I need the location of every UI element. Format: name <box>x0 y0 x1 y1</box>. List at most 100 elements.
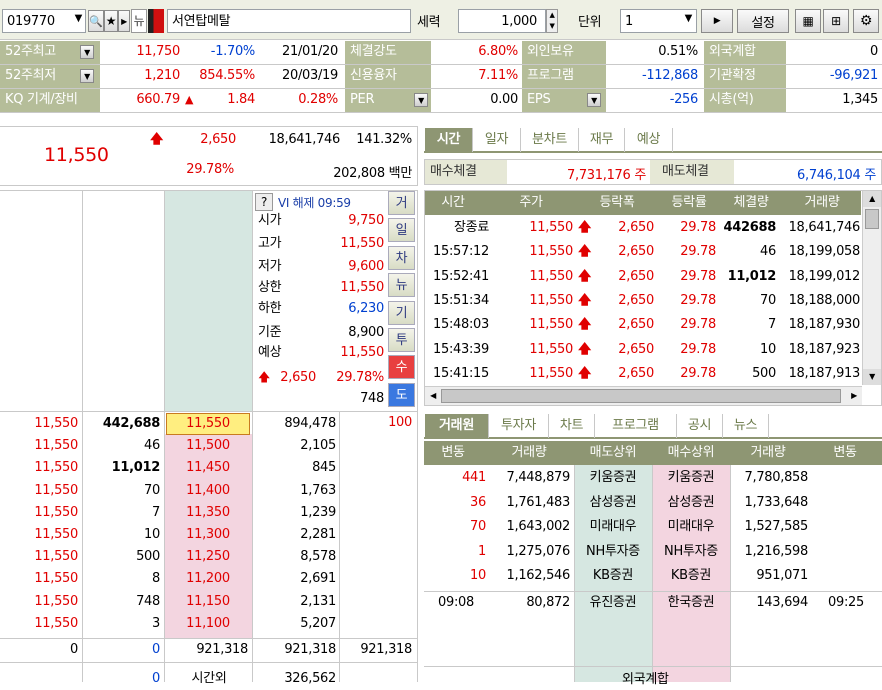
bid-price[interactable]: 11,100 <box>166 613 250 635</box>
play-button[interactable]: ▶ <box>701 9 733 33</box>
tab-a-1[interactable]: 시간 <box>425 128 473 152</box>
broker-sell-name[interactable]: NH투자증 <box>574 541 652 563</box>
stock-code-input[interactable]: 019770 ▼ <box>2 9 86 33</box>
side-button-3[interactable]: 차 <box>388 245 415 270</box>
trade-qty: 11,012 <box>727 268 776 284</box>
bid-price[interactable]: 11,400 <box>166 480 250 502</box>
chevron-down-icon[interactable]: ▼ <box>80 45 94 59</box>
tab-b-1[interactable]: 거래원 <box>425 414 489 438</box>
side-button-4[interactable]: 뉴 <box>388 273 415 298</box>
foreign-sum-label: 외국계합 <box>622 672 669 687</box>
tab-a-5[interactable]: 예상 <box>625 128 673 152</box>
tab-b-5[interactable]: 공시 <box>677 414 723 438</box>
broker-sell-name[interactable]: 미래대우 <box>574 516 652 538</box>
info-label: 신용융자 <box>345 65 431 88</box>
broker-col-header: 매도상위 <box>589 445 637 460</box>
info-label: 외인보유 <box>522 41 606 64</box>
bid-price[interactable]: 11,250 <box>166 546 250 568</box>
broker-volume-sell: 7,448,879 <box>506 470 570 485</box>
stock-name-field[interactable]: 서연탑메탈 <box>167 9 411 33</box>
chevron-down-icon[interactable]: ▼ <box>587 93 601 107</box>
bid-price[interactable]: 11,550 <box>166 413 250 435</box>
ask-top-qty: 100 <box>388 415 412 430</box>
tab-b-6[interactable]: 뉴스 <box>723 414 769 438</box>
broker-sell-name[interactable]: 키움증권 <box>574 467 652 489</box>
grid-icon[interactable]: ▦ <box>795 9 821 33</box>
broker-buy-name[interactable]: KB증권 <box>652 565 730 587</box>
scroll-left-icon[interactable]: ◀ <box>425 387 441 405</box>
chevron-down-icon[interactable]: ▼ <box>685 13 693 24</box>
order-book-center-column <box>165 191 252 411</box>
broker-buy-name[interactable]: 미래대우 <box>652 516 730 538</box>
bid-price[interactable]: 11,500 <box>166 435 250 457</box>
trade-col-header: 등락률 <box>671 195 707 210</box>
up-arrow-icon: 🡅 <box>578 292 592 308</box>
broker-buy-name[interactable]: 삼성증권 <box>652 492 730 514</box>
scroll-thumb[interactable] <box>865 209 879 229</box>
extra-time-1: 09:08 <box>438 595 474 610</box>
unit-select[interactable]: 1 ▼ <box>620 9 697 33</box>
total-a: 0 <box>70 642 78 657</box>
trade-price: 11,550 <box>529 317 573 333</box>
power-input[interactable]: 1,000 <box>458 9 546 33</box>
bid-price[interactable]: 11,450 <box>166 457 250 479</box>
horizontal-scrollbar[interactable]: ◀ ▶ <box>425 386 862 405</box>
bid-price[interactable]: 11,350 <box>166 502 250 524</box>
vi-help-button[interactable]: ? <box>255 193 273 211</box>
volume-ratio: 141.32% <box>356 132 412 147</box>
info-value-5: -256 <box>669 92 698 107</box>
total-e: 921,318 <box>360 642 412 657</box>
scroll-right-icon[interactable]: ▶ <box>846 387 862 405</box>
bid-price[interactable]: 11,300 <box>166 524 250 546</box>
broker-buy-name[interactable]: NH투자증 <box>652 541 730 563</box>
side-button-1[interactable]: 거 <box>388 191 415 215</box>
bid-qty: 2,131 <box>300 593 336 609</box>
search-icon[interactable]: 🔍 <box>88 10 104 32</box>
chevron-down-icon[interactable]: ▼ <box>75 13 83 24</box>
quote-value: 6,230 <box>348 301 384 316</box>
chevron-down-icon[interactable]: ▼ <box>80 69 94 83</box>
tab-b-4[interactable]: 프로그램 <box>595 414 677 438</box>
chevron-down-icon[interactable]: ▼ <box>414 93 428 107</box>
power-stepper[interactable]: ▲ ▼ <box>546 9 558 33</box>
side-button-7[interactable]: 수 <box>388 355 415 380</box>
trade-qty: 46 <box>760 244 776 260</box>
expected-rate: 29.78% <box>336 370 384 385</box>
layout-icon[interactable]: ⊞ <box>823 9 849 33</box>
settings-button[interactable]: 설정 <box>737 9 789 33</box>
side-button-5[interactable]: 기 <box>388 300 415 325</box>
scroll-down-icon[interactable]: ▼ <box>863 369 881 385</box>
bid-qty: 2,691 <box>300 571 336 587</box>
side-button-2[interactable]: 일 <box>388 218 415 243</box>
bid-price[interactable]: 11,200 <box>166 568 250 590</box>
trade-change: 2,650 <box>618 317 654 333</box>
bid-qty: 845 <box>312 460 336 476</box>
star-icon[interactable]: ★ <box>104 10 118 32</box>
tick-price: 11,550 <box>34 527 78 542</box>
up-arrow-icon: 🡅 <box>578 244 592 260</box>
vertical-scrollbar[interactable]: ▲ ▼ <box>862 191 881 385</box>
trade-time: 15:52:41 <box>433 268 489 284</box>
scroll-thumb[interactable] <box>441 389 841 403</box>
power-label: 세력 <box>417 15 441 30</box>
tab-a-2[interactable]: 일자 <box>473 128 521 152</box>
trade-col-header: 체결량 <box>733 195 769 210</box>
info-label: 시총(억) <box>704 89 786 112</box>
info-value-6: -96,921 <box>829 68 878 83</box>
side-button-8[interactable]: 도 <box>388 382 415 407</box>
side-button-6[interactable]: 투 <box>388 328 415 352</box>
trade-change: 2,650 <box>618 220 654 235</box>
next-arrow-icon[interactable]: ▶ <box>118 10 130 32</box>
tab-a-4[interactable]: 재무 <box>579 128 625 152</box>
broker-buy-name[interactable]: 키움증권 <box>652 467 730 489</box>
tab-a-3[interactable]: 분차트 <box>521 128 579 152</box>
tab-b-2[interactable]: 투자자 <box>489 414 549 438</box>
tab-b-3[interactable]: 차트 <box>549 414 595 438</box>
broker-sell-name[interactable]: KB증권 <box>574 565 652 587</box>
tick-qty: 11,012 <box>111 460 160 476</box>
bid-price[interactable]: 11,150 <box>166 591 250 613</box>
broker-sell-name[interactable]: 삼성증권 <box>574 492 652 514</box>
gear-icon[interactable]: ⚙ <box>853 9 879 33</box>
news-badge[interactable]: 뉴 <box>131 9 147 33</box>
scroll-up-icon[interactable]: ▲ <box>863 191 881 207</box>
